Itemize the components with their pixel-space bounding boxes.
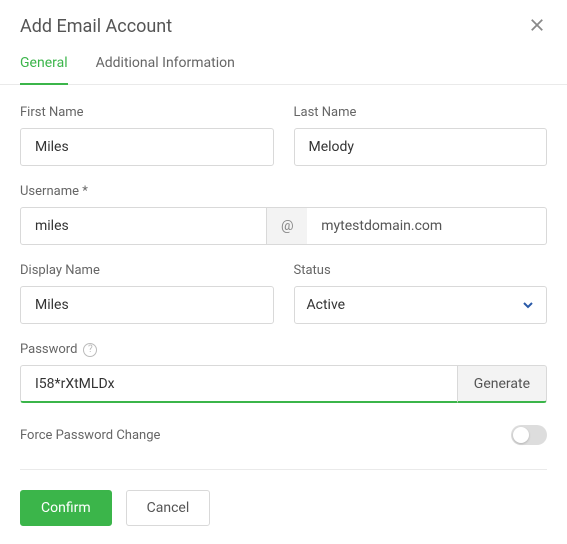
force-password-toggle[interactable]: [511, 425, 547, 445]
close-button[interactable]: [527, 17, 547, 37]
dialog-footer: Confirm Cancel: [0, 472, 567, 544]
chevron-down-icon: [522, 299, 534, 311]
dialog-body: First Name Last Name Username * @: [0, 85, 567, 490]
status-value: Active: [307, 297, 346, 313]
help-icon[interactable]: ?: [83, 343, 97, 357]
tab-additional-information[interactable]: Additional Information: [96, 45, 235, 85]
toggle-knob: [513, 427, 529, 443]
force-password-label: Force Password Change: [20, 428, 160, 443]
display-name-label: Display Name: [20, 263, 274, 278]
last-name-label: Last Name: [294, 105, 548, 120]
confirm-button[interactable]: Confirm: [20, 490, 112, 526]
last-name-input[interactable]: [307, 138, 535, 156]
username-group: @ mytestdomain.com: [20, 207, 547, 245]
username-label: Username *: [20, 184, 547, 199]
password-label-row: Password ?: [20, 342, 547, 357]
close-icon: [530, 17, 544, 36]
first-name-input[interactable]: [33, 138, 261, 156]
password-group: Generate: [20, 365, 547, 403]
force-password-row: Force Password Change: [20, 421, 547, 470]
dialog-header: Add Email Account: [0, 0, 567, 45]
domain-display: mytestdomain.com: [307, 207, 547, 245]
display-name-input-wrap: [20, 286, 274, 324]
tab-bar: General Additional Information: [0, 45, 567, 85]
first-name-label: First Name: [20, 105, 274, 120]
status-select[interactable]: Active: [294, 286, 548, 324]
password-input[interactable]: [33, 375, 445, 393]
status-label: Status: [294, 263, 548, 278]
password-label: Password: [20, 342, 77, 357]
tab-general[interactable]: General: [20, 45, 68, 85]
at-symbol: @: [267, 207, 307, 245]
last-name-input-wrap: [294, 128, 548, 166]
dialog-title: Add Email Account: [20, 16, 172, 37]
add-email-account-dialog: Add Email Account General Additional Inf…: [0, 0, 567, 544]
display-name-input[interactable]: [33, 296, 261, 314]
username-input[interactable]: [33, 217, 254, 235]
first-name-input-wrap: [20, 128, 274, 166]
cancel-button[interactable]: Cancel: [126, 490, 211, 526]
generate-button[interactable]: Generate: [457, 365, 547, 403]
